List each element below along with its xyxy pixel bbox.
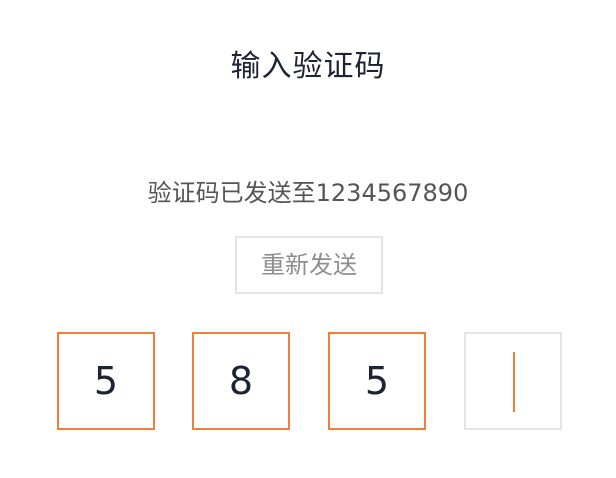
page-title: 输入验证码	[230, 49, 386, 84]
code-digit-3: 5	[364, 359, 390, 403]
code-digit-box-3[interactable]: 5	[328, 332, 426, 430]
code-digit-2: 8	[228, 359, 254, 403]
code-digit-box-2[interactable]: 8	[192, 332, 290, 430]
code-sent-message: 验证码已发送至1234567890	[147, 179, 469, 207]
code-digit-box-4[interactable]	[464, 332, 562, 430]
resend-button[interactable]: 重新发送	[235, 236, 383, 294]
code-digit-1: 5	[93, 359, 119, 403]
text-cursor	[513, 352, 515, 412]
code-digit-box-1[interactable]: 5	[57, 332, 155, 430]
